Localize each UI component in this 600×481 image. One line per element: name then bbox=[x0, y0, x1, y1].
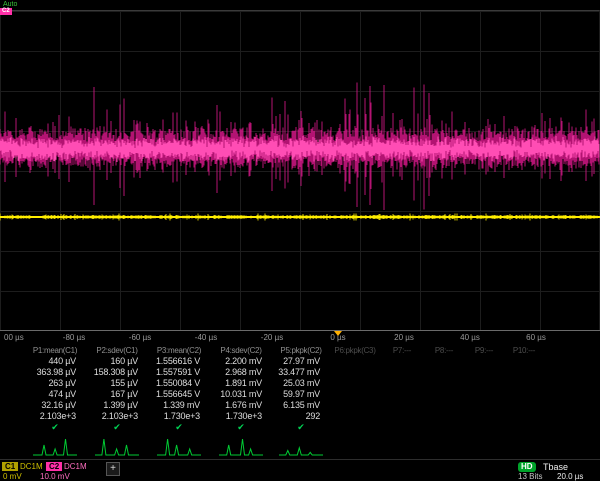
meas-value: 25.03 mV bbox=[272, 378, 330, 389]
table-pad bbox=[0, 356, 24, 367]
meas-value: 6.135 mV bbox=[272, 400, 330, 411]
meas-value: 1.730e+3 bbox=[148, 411, 210, 422]
meas-value: 1.891 mV bbox=[210, 378, 272, 389]
meas-value: 32.16 µV bbox=[24, 400, 86, 411]
meas-value: 1.730e+3 bbox=[210, 411, 272, 422]
histicon-P4 bbox=[219, 434, 263, 458]
channel-c2-badge[interactable]: C2 bbox=[46, 462, 62, 471]
axis-label: 40 µs bbox=[460, 333, 480, 342]
meas-header-P4[interactable]: P4:sdev(C2) bbox=[210, 345, 272, 356]
measure-row: P1:mean(C1)P2:sdev(C1)P3:mean(C2)P4:sdev… bbox=[0, 345, 600, 356]
meas-header-P2[interactable]: P2:sdev(C1) bbox=[86, 345, 148, 356]
axis-label: 0 µs bbox=[330, 333, 345, 342]
waveform-display bbox=[0, 11, 600, 331]
axis-label: -40 µs bbox=[195, 333, 217, 342]
status-check-icon: ✔ bbox=[148, 422, 210, 433]
histicon-P5 bbox=[279, 434, 323, 458]
table-pad bbox=[0, 400, 24, 411]
meas-value: 1.339 mV bbox=[148, 400, 210, 411]
meas-header-P5[interactable]: P5:pkpk(C2) bbox=[272, 345, 330, 356]
measure-row: ✔✔✔✔✔ bbox=[0, 422, 600, 433]
meas-value: 167 µV bbox=[86, 389, 148, 400]
meas-header-P3[interactable]: P3:mean(C2) bbox=[148, 345, 210, 356]
top-bar: Auto C2 bbox=[0, 0, 600, 10]
histicon-P2 bbox=[95, 434, 139, 458]
histicon-P3 bbox=[157, 434, 201, 458]
axis-label: 60 µs bbox=[526, 333, 546, 342]
meas-value: 2.103e+3 bbox=[86, 411, 148, 422]
axis-label: -20 µs bbox=[261, 333, 283, 342]
axis-label: -60 µs bbox=[129, 333, 151, 342]
meas-value: 363.98 µV bbox=[24, 367, 86, 378]
histicon-P1 bbox=[33, 434, 77, 458]
meas-value: 1.399 µV bbox=[86, 400, 148, 411]
histicon-row bbox=[0, 433, 600, 459]
measure-row: 474 µV167 µV1.556645 V10.031 mV59.97 mV bbox=[0, 389, 600, 400]
meas-header-P9[interactable]: P9:--- bbox=[464, 345, 504, 356]
meas-header-P7[interactable]: P7:--- bbox=[380, 345, 424, 356]
meas-value: 2.968 mV bbox=[210, 367, 272, 378]
status-check-icon: ✔ bbox=[86, 422, 148, 433]
meas-value: 1.550084 V bbox=[148, 378, 210, 389]
meas-header-P8[interactable]: P8:--- bbox=[424, 345, 464, 356]
meas-value: 292 bbox=[272, 411, 330, 422]
meas-value: 1.676 mV bbox=[210, 400, 272, 411]
meas-value: 440 µV bbox=[24, 356, 86, 367]
meas-value: 158.308 µV bbox=[86, 367, 148, 378]
meas-header-P10[interactable]: P10:--- bbox=[504, 345, 544, 356]
measure-row: 440 µV160 µV1.556616 V2.200 mV27.97 mV bbox=[0, 356, 600, 367]
channel-c1-badge[interactable]: C1 bbox=[2, 462, 18, 471]
channel-c1-coupling: DC1M bbox=[20, 462, 43, 471]
status-check-icon: ✔ bbox=[210, 422, 272, 433]
measure-row: 363.98 µV158.308 µV1.557591 V2.968 mV33.… bbox=[0, 367, 600, 378]
trigger-source-badge: C2 bbox=[0, 8, 12, 15]
meas-header-P6[interactable]: P6:pkpk(C3) bbox=[330, 345, 380, 356]
meas-value: 2.200 mV bbox=[210, 356, 272, 367]
channel-c2-coupling: DC1M bbox=[64, 462, 87, 471]
time-axis: 00 µs -80 µs -60 µs -40 µs -20 µs 0 µs 20 µs 40… bbox=[0, 330, 600, 345]
timebase-label[interactable]: Tbase bbox=[543, 462, 568, 472]
measure-table: P1:mean(C1)P2:sdev(C1)P3:mean(C2)P4:sdev… bbox=[0, 345, 600, 433]
graticule[interactable] bbox=[0, 10, 600, 330]
status-check-icon: ✔ bbox=[272, 422, 330, 433]
table-pad bbox=[0, 422, 24, 433]
meas-header-P1[interactable]: P1:mean(C1) bbox=[24, 345, 86, 356]
status-check-icon: ✔ bbox=[24, 422, 86, 433]
table-pad bbox=[0, 378, 24, 389]
axis-label: 20 µs bbox=[394, 333, 414, 342]
meas-value: 474 µV bbox=[24, 389, 86, 400]
measure-row: 263 µV155 µV1.550084 V1.891 mV25.03 mV bbox=[0, 378, 600, 389]
hd-mode-badge: HD bbox=[518, 462, 536, 472]
add-trace-button[interactable]: + bbox=[106, 462, 120, 476]
table-pad bbox=[0, 411, 24, 422]
oscilloscope-screen: Auto C2 00 µs -80 µs -60 µs -40 µs -20 µs 0 µ… bbox=[0, 0, 600, 480]
meas-value: 1.556616 V bbox=[148, 356, 210, 367]
meas-value: 155 µV bbox=[86, 378, 148, 389]
meas-value: 27.97 mV bbox=[272, 356, 330, 367]
meas-value: 1.556645 V bbox=[148, 389, 210, 400]
meas-value: 263 µV bbox=[24, 378, 86, 389]
measure-row: 32.16 µV1.399 µV1.339 mV1.676 mV6.135 mV bbox=[0, 400, 600, 411]
acquisition-status: Auto bbox=[3, 1, 17, 8]
axis-label: 00 µs bbox=[4, 333, 24, 342]
meas-value: 33.477 mV bbox=[272, 367, 330, 378]
table-pad bbox=[0, 367, 24, 378]
measure-row: 2.103e+32.103e+31.730e+31.730e+3292 bbox=[0, 411, 600, 422]
meas-value: 1.557591 V bbox=[148, 367, 210, 378]
table-pad bbox=[0, 345, 24, 356]
meas-value: 2.103e+3 bbox=[24, 411, 86, 422]
descriptor-bar: C1 DC1M C2 DC1M 0 mV 10.0 mV + HD Tbase … bbox=[0, 459, 600, 480]
meas-value: 59.97 mV bbox=[272, 389, 330, 400]
axis-label: -80 µs bbox=[63, 333, 85, 342]
table-pad bbox=[0, 389, 24, 400]
meas-value: 10.031 mV bbox=[210, 389, 272, 400]
meas-value: 160 µV bbox=[86, 356, 148, 367]
